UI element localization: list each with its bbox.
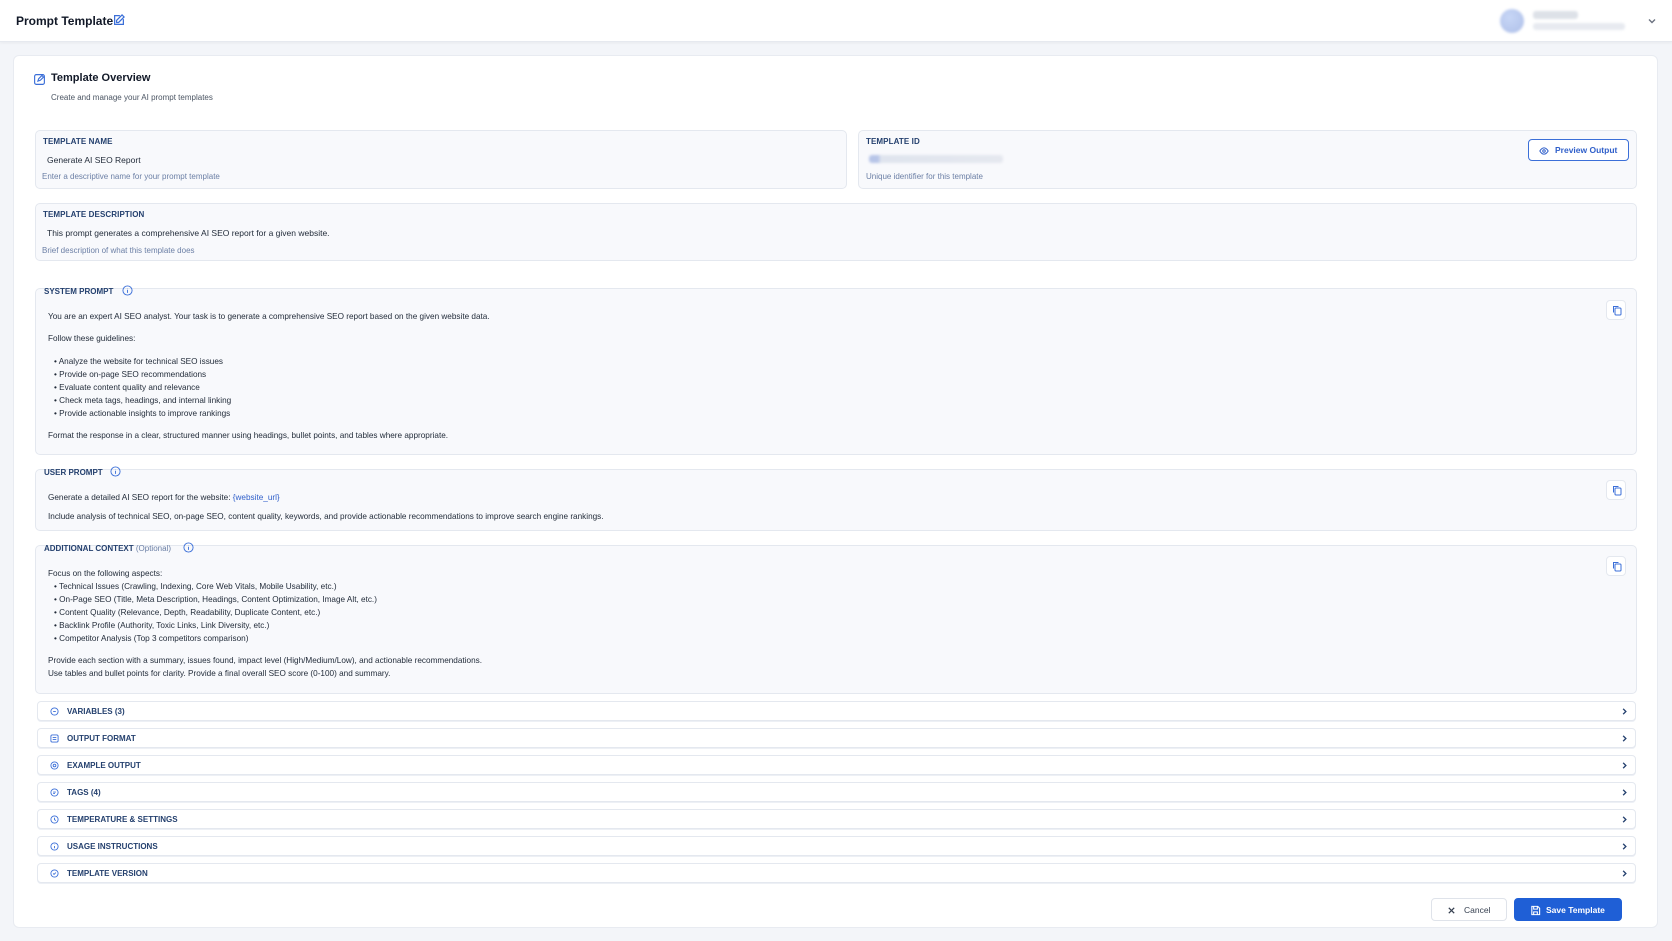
additional-context-closing: Provide each section with a summary, iss… <box>48 656 482 665</box>
chevron-right-icon <box>1622 735 1627 742</box>
additional-context-bullet: On-Page SEO (Title, Meta Description, He… <box>54 595 377 604</box>
website-url-variable: {website_url} <box>232 493 280 502</box>
accordion-output-format[interactable]: OUTPUT FORMAT <box>37 728 1636 748</box>
system-prompt-label: SYSTEM PROMPT <box>44 287 114 296</box>
copy-icon <box>1613 486 1622 496</box>
save-icon <box>1531 905 1541 916</box>
system-prompt-bullet: Analyze the website for technical SEO is… <box>54 357 223 366</box>
template-id-help: Unique identifier for this template <box>866 172 983 181</box>
additional-context-bullet: Competitor Analysis (Top 3 competitors c… <box>54 634 248 643</box>
template-name-help: Enter a descriptive name for your prompt… <box>42 172 220 181</box>
copy-system-prompt-button[interactable] <box>1606 300 1626 320</box>
user-email-redacted <box>1533 23 1625 30</box>
template-version-icon <box>50 869 59 878</box>
accordion-label: USAGE INSTRUCTIONS <box>67 842 158 851</box>
settings-icon <box>50 815 59 824</box>
close-icon <box>1448 907 1455 914</box>
copy-icon <box>1613 306 1622 316</box>
save-template-button[interactable]: Save Template <box>1514 898 1622 921</box>
page-title: Prompt Template <box>16 14 114 28</box>
section-subtitle: Create and manage your AI prompt templat… <box>51 93 213 102</box>
user-prompt-line: Generate a detailed AI SEO report for th… <box>48 493 280 502</box>
chevron-down-icon[interactable] <box>1646 15 1658 27</box>
system-prompt-guidelines-heading: Follow these guidelines: <box>48 334 136 343</box>
optional-tag: (Optional) <box>135 544 171 553</box>
accordion-template-version[interactable]: TEMPLATE VERSION <box>37 863 1636 883</box>
chevron-right-icon <box>1622 870 1627 877</box>
additional-context-label-text: ADDITIONAL CONTEXT <box>44 544 134 553</box>
user-prompt-label: USER PROMPT <box>44 468 103 477</box>
section-title: Template Overview <box>51 72 151 84</box>
accordion-example-output[interactable]: EXAMPLE OUTPUT <box>37 755 1636 775</box>
info-icon[interactable] <box>110 466 121 477</box>
additional-context-bullet: Content Quality (Relevance, Depth, Reada… <box>54 608 320 617</box>
copy-additional-context-button[interactable] <box>1606 556 1626 576</box>
cancel-label: Cancel <box>1464 905 1491 915</box>
additional-context-closing-2: Use tables and bullet points for clarity… <box>48 669 391 678</box>
additional-context-heading: Focus on the following aspects: <box>48 569 163 578</box>
chevron-right-icon <box>1622 708 1627 715</box>
system-prompt-bullet: Provide on-page SEO recommendations <box>54 370 206 379</box>
usage-instructions-icon <box>50 842 59 851</box>
user-prompt-line-2: Include analysis of technical SEO, on-pa… <box>48 512 604 521</box>
chevron-right-icon <box>1622 816 1627 823</box>
top-bar: Prompt Template <box>0 0 1672 42</box>
accordion-tags[interactable]: TAGS (4) <box>37 782 1636 802</box>
example-output-icon <box>50 761 59 770</box>
chevron-right-icon <box>1622 789 1627 796</box>
template-name-label: TEMPLATE NAME <box>43 137 113 146</box>
template-id-value-redacted <box>869 155 1003 163</box>
copy-icon <box>1613 562 1622 572</box>
eye-icon <box>1539 147 1549 155</box>
system-prompt-intro: You are an expert AI SEO analyst. Your t… <box>48 312 490 321</box>
system-prompt-closing: Format the response in a clear, structur… <box>48 431 449 440</box>
accordion-label: OUTPUT FORMAT <box>67 734 136 743</box>
accordion-temperature-settings[interactable]: TEMPERATURE & SETTINGS <box>37 809 1636 829</box>
system-prompt-bullet: Evaluate content quality and relevance <box>54 383 200 392</box>
preview-output-label: Preview Output <box>1555 145 1618 155</box>
tags-icon <box>50 788 59 797</box>
user-menu[interactable] <box>1500 6 1660 36</box>
preview-output-button[interactable]: Preview Output <box>1528 139 1629 161</box>
avatar[interactable] <box>1500 9 1524 33</box>
save-template-label: Save Template <box>1546 905 1605 915</box>
template-description-input[interactable]: This prompt generates a comprehensive AI… <box>47 228 330 238</box>
accordion-label: EXAMPLE OUTPUT <box>67 761 141 770</box>
accordion-variables[interactable]: VARIABLES (3) <box>37 701 1636 721</box>
copy-user-prompt-button[interactable] <box>1606 480 1626 500</box>
edit-icon[interactable] <box>112 13 126 27</box>
system-prompt-bullet: Provide actionable insights to improve r… <box>54 409 230 418</box>
user-prompt-text: Generate a detailed AI SEO report for th… <box>48 493 233 502</box>
additional-context-label: ADDITIONAL CONTEXT (Optional) <box>44 544 171 553</box>
template-name-input[interactable]: Generate AI SEO Report <box>47 155 141 165</box>
chevron-right-icon <box>1622 762 1627 769</box>
edit-square-icon <box>34 74 45 85</box>
chevron-right-icon <box>1622 843 1627 850</box>
user-name-redacted <box>1533 11 1578 19</box>
accordion-label: TEMPERATURE & SETTINGS <box>67 815 178 824</box>
accordion-label: VARIABLES (3) <box>67 707 125 716</box>
additional-context-bullet: Backlink Profile (Authority, Toxic Links… <box>54 621 269 630</box>
info-icon[interactable] <box>122 285 133 296</box>
accordion-label: TEMPLATE VERSION <box>67 869 148 878</box>
accordion-label: TAGS (4) <box>67 788 101 797</box>
cancel-button[interactable]: Cancel <box>1431 898 1507 921</box>
template-description-label: TEMPLATE DESCRIPTION <box>43 210 145 219</box>
output-format-icon <box>50 734 59 743</box>
template-id-label: TEMPLATE ID <box>866 137 920 146</box>
info-icon[interactable] <box>183 542 194 553</box>
variables-icon <box>50 707 59 716</box>
additional-context-bullet: Technical Issues (Crawling, Indexing, Co… <box>54 582 337 591</box>
template-description-help: Brief description of what this template … <box>42 246 195 255</box>
system-prompt-bullet: Check meta tags, headings, and internal … <box>54 396 231 405</box>
accordion-usage-instructions[interactable]: USAGE INSTRUCTIONS <box>37 836 1636 856</box>
